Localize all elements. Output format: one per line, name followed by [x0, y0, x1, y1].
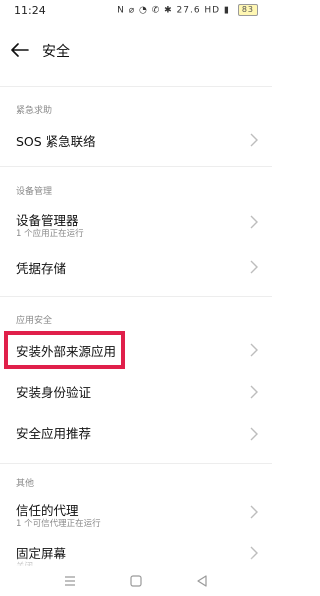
chevron-right-icon [250, 385, 258, 399]
back-arrow-icon[interactable] [8, 38, 32, 62]
chevron-right-icon [250, 343, 258, 357]
back-triangle-icon[interactable] [194, 573, 210, 589]
chevron-right-icon [250, 427, 258, 441]
settings-item-install-verification[interactable]: 安装身份验证 [0, 371, 272, 413]
chevron-right-icon [250, 260, 258, 274]
chevron-right-icon [250, 215, 258, 229]
chevron-right-icon [250, 505, 258, 519]
settings-item-credential-storage[interactable]: 凭据存储 [0, 246, 272, 288]
section-divider [0, 296, 272, 297]
battery-icon: 83 [237, 4, 258, 16]
settings-item-recommended-security-apps[interactable]: 安全应用推荐 [0, 413, 272, 455]
settings-item-subtitle: 1 个应用正在运行 [16, 229, 84, 239]
settings-item-device-manager[interactable]: 设备管理器 1 个应用正在运行 [0, 200, 272, 244]
menu-icon[interactable] [62, 573, 78, 589]
settings-item-label: 安全应用推荐 [16, 426, 92, 441]
section-header-other: 其他 [16, 479, 35, 489]
settings-item-trust-agents[interactable]: 信任的代理 1 个可信代理正在运行 [0, 490, 272, 534]
status-icons: N ⌀ ◔ ✆ ✱ 27.6 HD ▮ 83 [117, 4, 258, 16]
status-bar: 11:24 N ⌀ ◔ ✆ ✱ 27.6 HD ▮ 83 [0, 0, 272, 20]
section-divider [0, 86, 272, 87]
section-header-device: 设备管理 [16, 187, 53, 197]
highlight-box [4, 331, 125, 369]
chevron-right-icon [250, 133, 258, 147]
title-bar: 安全 [0, 30, 272, 70]
navigation-bar [0, 566, 272, 596]
status-time: 11:24 [14, 4, 46, 17]
status-indicator-icons: N ⌀ ◔ ✆ ✱ 27.6 HD ▮ [117, 5, 230, 16]
settings-item-label: 安装身份验证 [16, 385, 92, 400]
page-title: 安全 [42, 44, 70, 60]
settings-item-subtitle: 1 个可信代理正在运行 [16, 519, 101, 529]
settings-item-label: SOS 紧急联络 [16, 134, 96, 149]
home-icon[interactable] [128, 573, 144, 589]
settings-item-label: 凭据存储 [16, 261, 67, 276]
settings-item-sos[interactable]: SOS 紧急联络 [0, 120, 272, 160]
section-header-app-security: 应用安全 [16, 316, 53, 326]
section-divider [0, 463, 272, 464]
section-header-emergency: 紧急求助 [16, 106, 53, 116]
section-divider [0, 166, 272, 167]
